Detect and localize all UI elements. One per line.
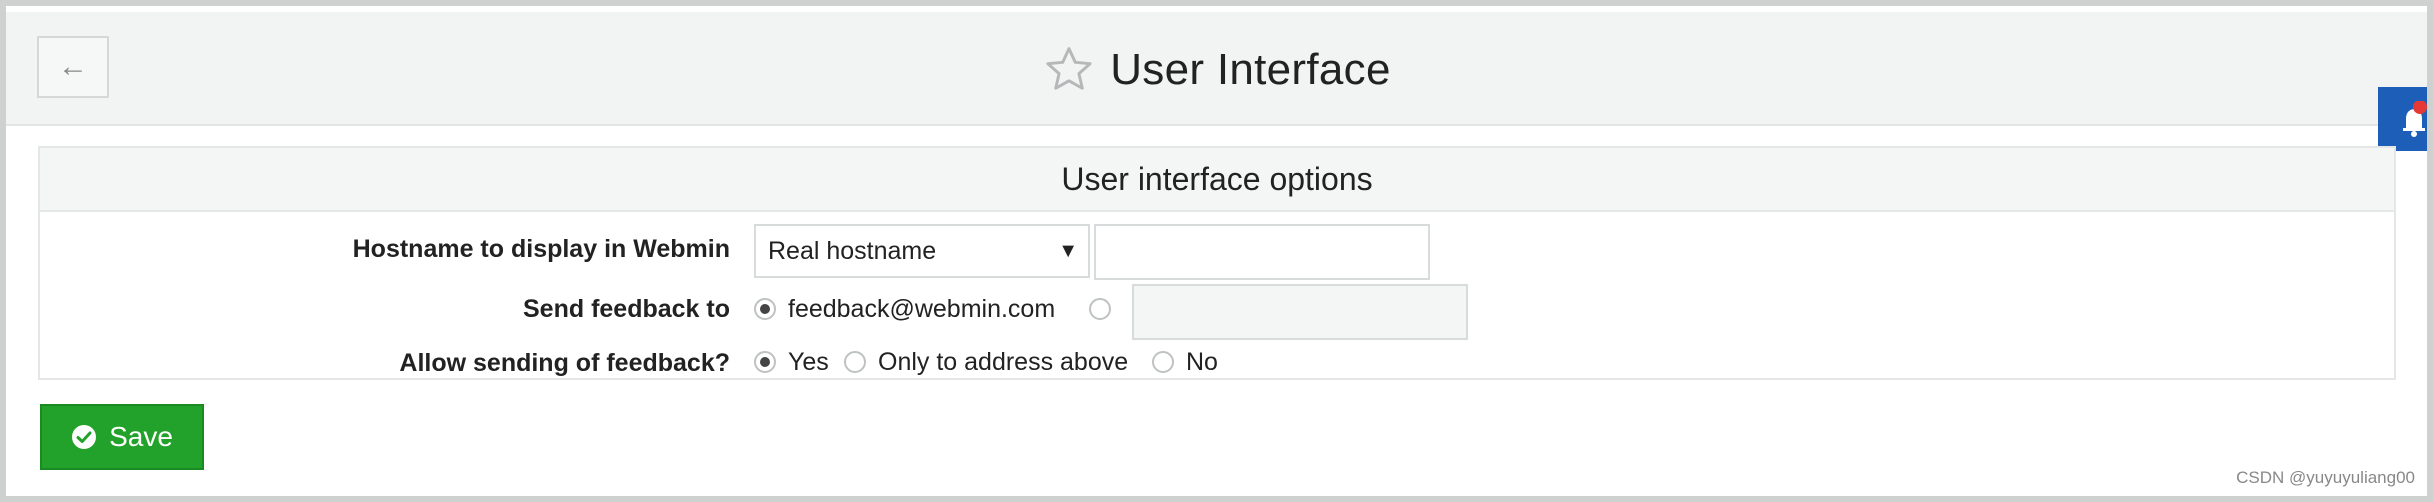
hostname-label: Hostname to display in Webmin (352, 234, 730, 263)
title-area: User Interface (6, 38, 2427, 102)
feedback-to-default-radio[interactable] (754, 298, 776, 320)
hostname-select-value: Real hostname (768, 236, 937, 265)
section-title: User interface options (40, 148, 2394, 212)
feedback-to-default-label: feedback@webmin.com (788, 295, 1056, 323)
notifications-button[interactable] (2378, 87, 2427, 151)
star-icon[interactable] (1042, 43, 1096, 97)
allow-feedback-yes-label: Yes (788, 348, 829, 376)
dropdown-caret-icon: ▼ (1058, 240, 1078, 262)
check-circle-icon (72, 425, 97, 449)
feedback-to-custom-radio[interactable] (1089, 298, 1111, 320)
allow-feedback-only-label: Only to address above (878, 348, 1129, 376)
allow-feedback-only-radio[interactable] (844, 351, 866, 373)
page-header: ← User Interface (6, 12, 2427, 126)
allow-feedback-label: Allow sending of feedback? (399, 348, 730, 377)
app-window: ← User Interface User interface options … (6, 6, 2427, 496)
watermark: CSDN @yuyuyuliang00 (2236, 468, 2415, 487)
options-panel: User interface options Hostname to displ… (38, 146, 2396, 380)
hostname-text-input[interactable] (1094, 224, 1430, 280)
allow-feedback-yes-radio[interactable] (754, 351, 776, 373)
allow-feedback-no-radio[interactable] (1152, 351, 1174, 373)
feedback-to-label: Send feedback to (523, 294, 730, 323)
save-button[interactable]: Save (40, 404, 204, 470)
allow-feedback-no-label: No (1186, 348, 1218, 376)
page-title: User Interface (1110, 45, 1391, 94)
save-label: Save (109, 421, 173, 452)
bell-icon (2403, 101, 2427, 137)
feedback-to-custom-input[interactable] (1132, 284, 1468, 340)
hostname-select[interactable]: Real hostname ▼ (754, 224, 1090, 278)
